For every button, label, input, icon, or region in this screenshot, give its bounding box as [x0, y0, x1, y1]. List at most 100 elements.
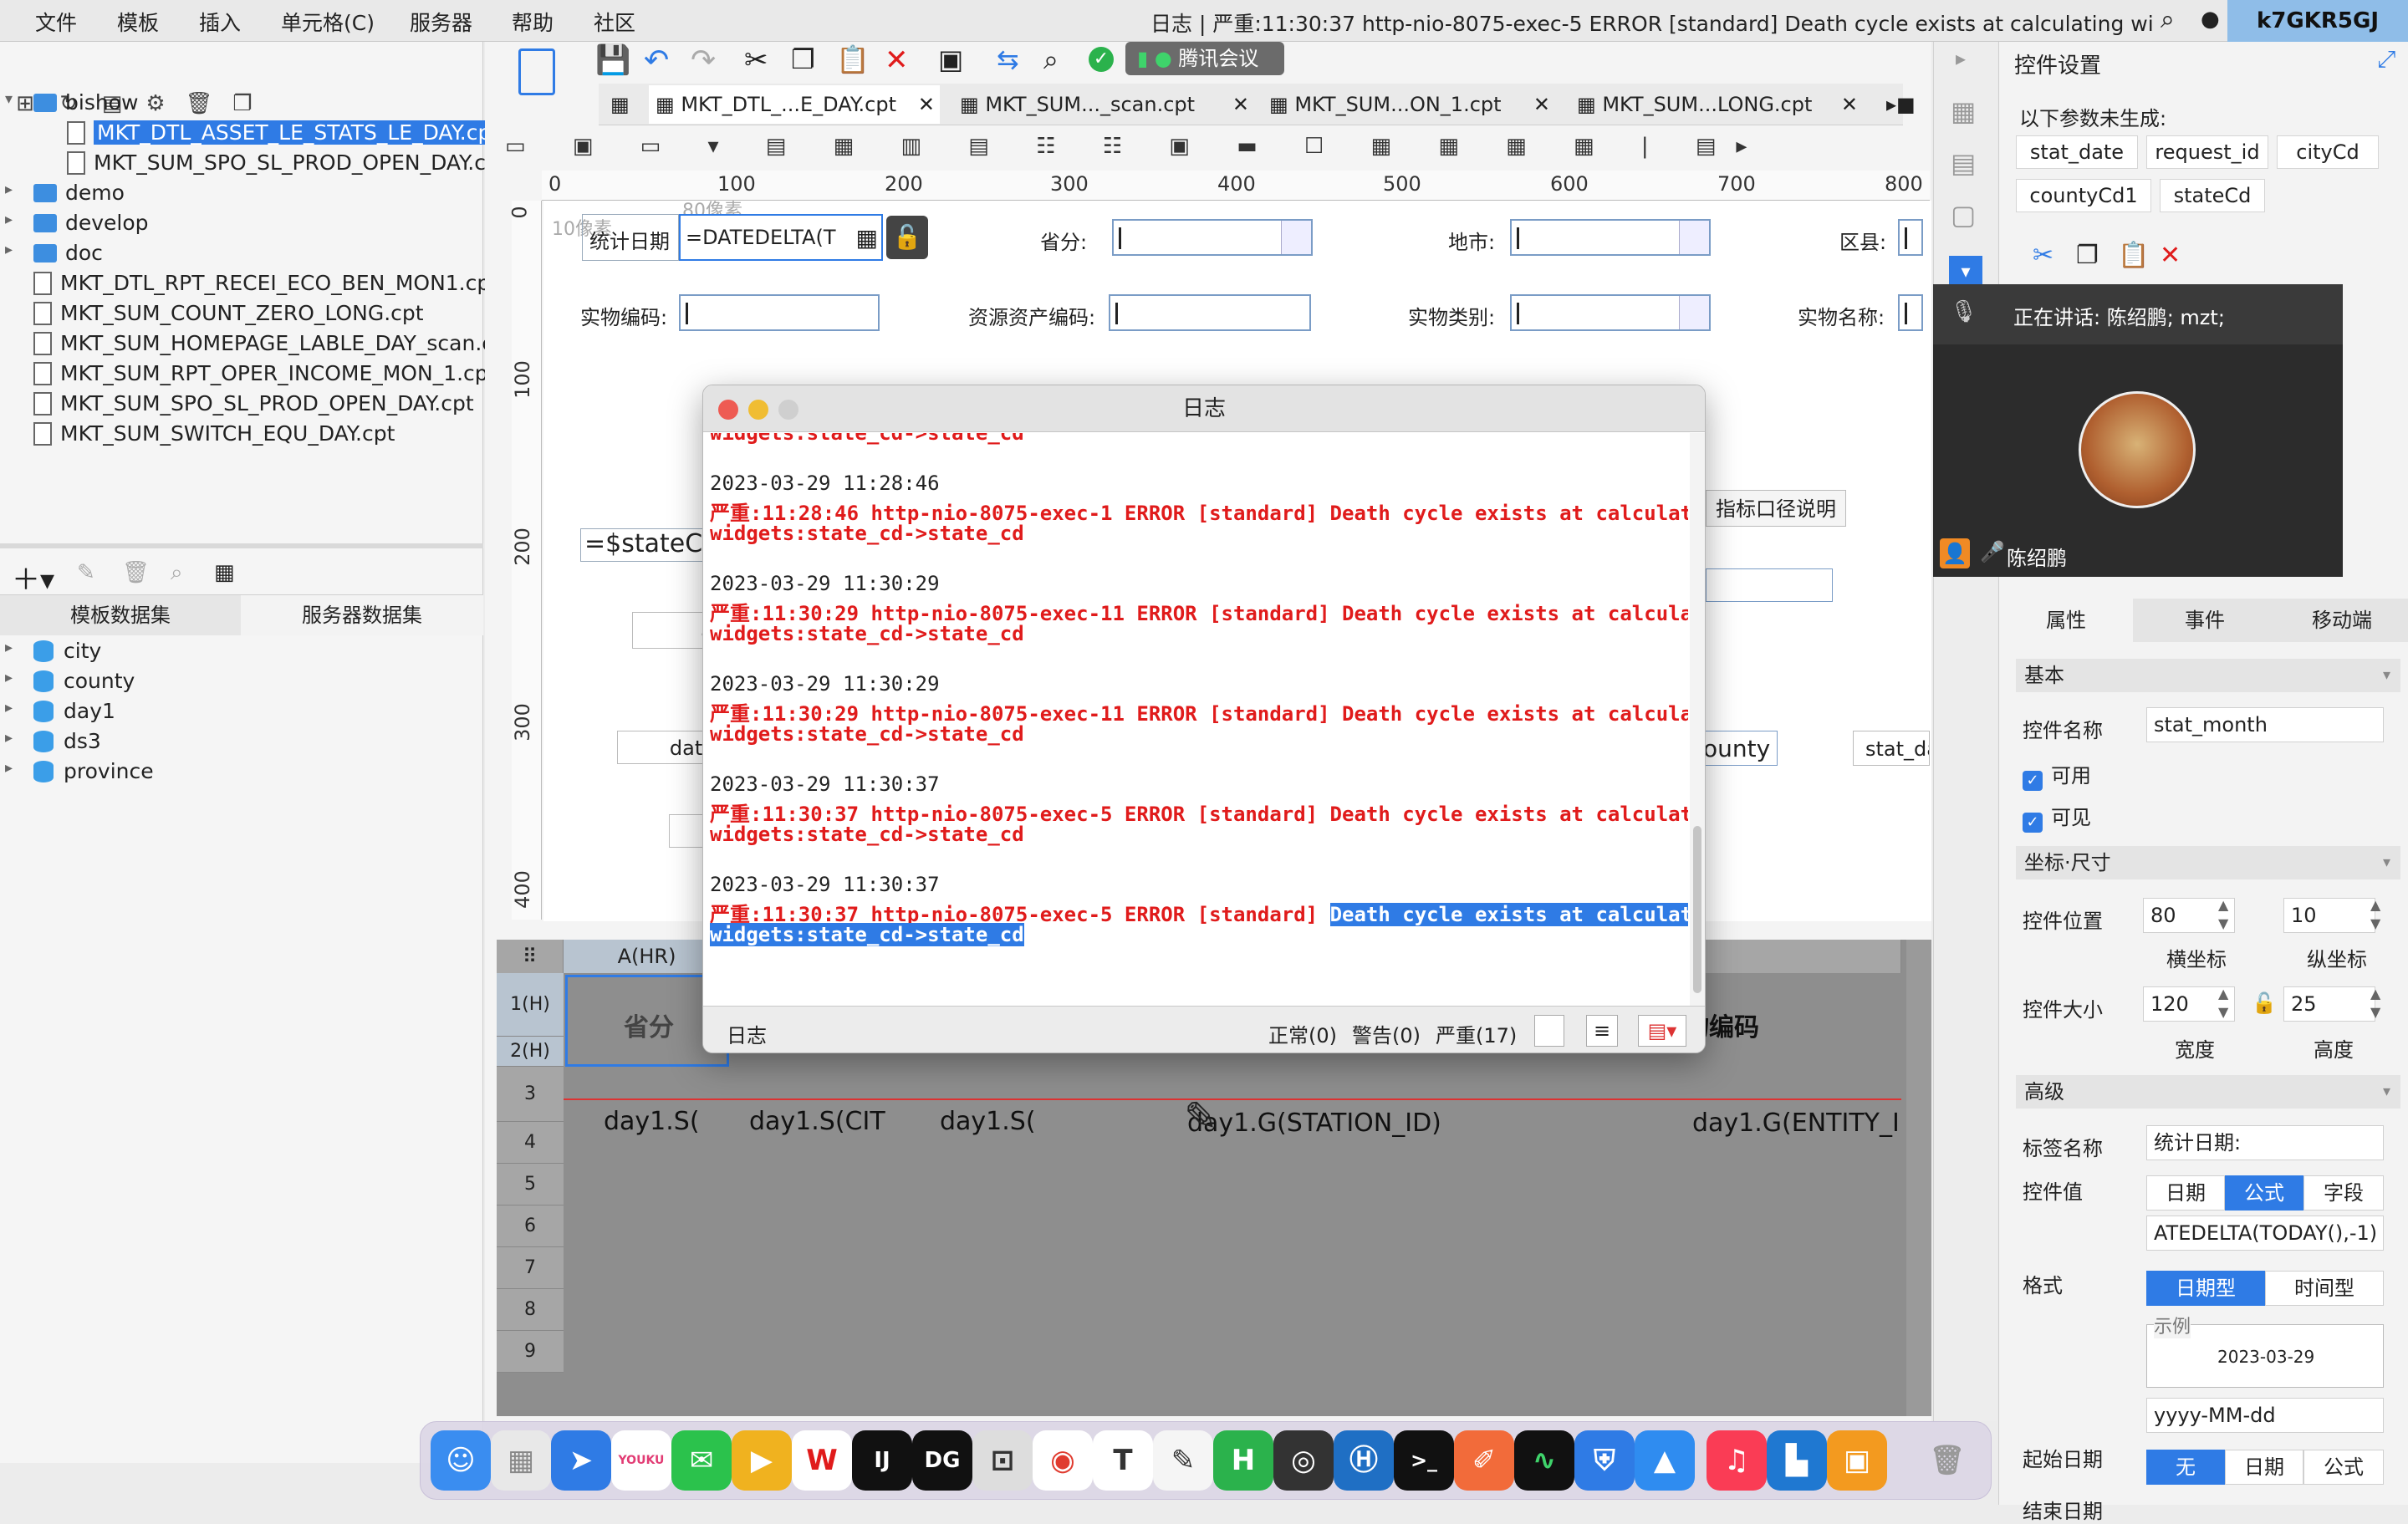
row-header[interactable]: 4	[497, 1122, 564, 1164]
sql-icon[interactable]: ▦	[214, 560, 235, 585]
expand-arrow-icon[interactable]: ▸	[5, 211, 13, 228]
tree-folder-demo[interactable]: ▸ demo	[0, 181, 125, 209]
cut-icon[interactable]: ✂	[2033, 241, 2053, 270]
save-icon[interactable]: 💾	[595, 43, 630, 77]
tree-file[interactable]: MKT_SUM_COUNT_ZERO_LONG.cpt	[33, 301, 424, 329]
metric-desc-button[interactable]: 指标口径说明	[1706, 490, 1846, 527]
expand-arrow-icon[interactable]: ▸	[5, 241, 13, 258]
value-formula-input[interactable]: ATEDELTA(TODAY(),-1)	[2146, 1216, 2384, 1251]
tab-template-dataset[interactable]: 模板数据集	[0, 595, 241, 635]
lock-icon[interactable]: 🔓	[886, 216, 928, 259]
cell-c3[interactable]: day1.S(	[940, 1107, 1036, 1136]
menu-insert[interactable]: 插入	[199, 7, 241, 37]
dataset-item[interactable]: ▸ city	[0, 639, 101, 667]
switch-icon[interactable]: ⇆	[997, 43, 1019, 75]
start-none-option[interactable]: 无	[2146, 1450, 2225, 1485]
entity-code-input[interactable]	[679, 294, 880, 331]
dataset-item[interactable]: ▸ day1	[0, 699, 115, 727]
tab-server-dataset[interactable]: 服务器数据集	[241, 595, 483, 635]
dropdown-icon[interactable]	[1679, 296, 1709, 329]
format-time-option[interactable]: 时间型	[2265, 1271, 2384, 1306]
county-text[interactable]: ounty	[1702, 731, 1778, 766]
tab-mkt-sum-on1[interactable]: ▦ MKT_SUM...ON_1.cpt ✕	[1263, 85, 1555, 124]
section-coord-size[interactable]: 坐标·尺寸 ▾	[2016, 846, 2400, 879]
cell-b3[interactable]: day1.S(CIT	[749, 1107, 885, 1136]
menu-template[interactable]: 模板	[117, 7, 159, 37]
tab-mkt-dtl[interactable]: ▦ MKT_DTL_...E_DAY.cpt ✕	[649, 85, 940, 124]
tree-file[interactable]: MKT_SUM_SPO_SL_PROD_OPEN_DAY.cp	[67, 150, 499, 179]
blank-input[interactable]	[1706, 568, 1833, 602]
youku-icon[interactable]: YOUKU	[611, 1430, 671, 1491]
format-pattern-input[interactable]: yyyy-MM-dd	[2146, 1398, 2384, 1433]
trash-icon[interactable]: 🗑	[1917, 1430, 1977, 1491]
warning-count[interactable]: 警告(0)	[1352, 1019, 1421, 1048]
tab-mkt-sum-long[interactable]: ▦ MKT_SUM...LONG.cpt ✕	[1570, 85, 1863, 124]
menu-server[interactable]: 服务器	[410, 7, 472, 37]
expand-arrow-icon[interactable]: ▾	[5, 90, 13, 108]
stat-da-text[interactable]: stat_da	[1853, 731, 1930, 766]
meeting-video-window[interactable]: 🎙 正在讲话: 陈绍鹏; mzt; 👤 🎤 陈绍鹏	[1933, 284, 2343, 577]
tab-events[interactable]: 事件	[2138, 599, 2272, 642]
stepper-icon[interactable]: ▲ ▼	[2218, 896, 2228, 933]
start-formula-option[interactable]: 公式	[2303, 1450, 2384, 1485]
pencil-icon[interactable]: ✐	[1454, 1430, 1514, 1491]
edit-icon[interactable]: ✎	[77, 560, 95, 585]
param-tag[interactable]: cityCd	[2277, 135, 2379, 169]
vpn-icon[interactable]: ⛨	[1574, 1430, 1635, 1491]
stepper-icon[interactable]: ▲ ▼	[2218, 985, 2228, 1022]
dingtalk-icon[interactable]: ▲	[1635, 1430, 1695, 1491]
format-date-option[interactable]: 日期型	[2146, 1271, 2265, 1306]
hbuilder-icon[interactable]: H	[1213, 1430, 1273, 1491]
textedit-icon[interactable]: ✎	[1153, 1430, 1213, 1491]
param-tag[interactable]: request_id	[2146, 135, 2268, 169]
row-header[interactable]: 5	[497, 1164, 564, 1205]
value-formula-option[interactable]: 公式	[2225, 1175, 2303, 1211]
collapse-icon[interactable]: ▸	[1956, 47, 1966, 70]
lock-ratio-icon[interactable]: 🔓	[2252, 991, 2277, 1015]
close-icon[interactable]: ✕	[1232, 85, 1249, 124]
dataset-item[interactable]: ▸ ds3	[0, 729, 101, 757]
district-combo[interactable]	[1898, 219, 1923, 256]
row-header[interactable]: 1(H)	[497, 973, 564, 1037]
music-icon[interactable]: ♫	[1707, 1430, 1767, 1491]
notification-icon[interactable]: ●	[2201, 7, 2220, 32]
finder-icon[interactable]: ☺	[431, 1430, 491, 1491]
tab-layout-icon[interactable]: ▦	[610, 85, 630, 124]
stat-date-label-box[interactable]: 统计日期	[582, 214, 679, 261]
preview-icon[interactable]: ⌕	[171, 560, 183, 586]
log-content[interactable]: widgets:state_cd->state_cd 2023-03-29 11…	[703, 433, 1688, 968]
tab-properties[interactable]: 属性	[1999, 599, 2133, 642]
statecd-formula-cell[interactable]: =$stateC	[580, 528, 714, 562]
param-tag[interactable]: countyCd1	[2016, 179, 2151, 212]
check-icon[interactable]: ✓	[1089, 47, 1114, 72]
tree-file-selected[interactable]: MKT_DTL_ASSET_LE_STATS_LE_DAY.cpt	[67, 120, 503, 149]
entity-type-combo[interactable]	[1510, 294, 1711, 331]
log-level-dropdown-icon[interactable]: ▤▾	[1638, 1015, 1686, 1047]
start-date-option[interactable]: 日期	[2225, 1450, 2303, 1485]
row-header[interactable]: 2(H)	[497, 1037, 564, 1067]
datagrip-icon[interactable]: DG	[912, 1430, 972, 1491]
param-tag[interactable]: stateCd	[2160, 179, 2265, 212]
enabled-checkbox[interactable]: ✓ 可用	[2023, 759, 2091, 791]
typora-icon[interactable]: T	[1093, 1430, 1153, 1491]
paste-icon[interactable]: 📋	[2118, 241, 2149, 270]
tree-folder-doc[interactable]: ▸ doc	[0, 241, 103, 269]
pos-y-stepper[interactable]: 10	[2283, 898, 2375, 933]
cell-e3[interactable]: day1.G(ENTITY_I	[1692, 1109, 1900, 1138]
cut-icon[interactable]: ✂	[744, 43, 768, 77]
chrome-icon[interactable]: ◉	[1033, 1430, 1093, 1491]
row-header[interactable]: 3	[497, 1067, 564, 1122]
lark-icon[interactable]: ➤	[551, 1430, 611, 1491]
clear-icon[interactable]: ✕	[885, 43, 909, 77]
dataset-item[interactable]: ▸ county	[0, 669, 135, 697]
user-badge[interactable]: k7GKR5GJ	[2227, 0, 2408, 42]
undo-icon[interactable]: ↶	[644, 43, 669, 78]
redo-icon[interactable]: ↷	[691, 43, 716, 78]
cell-a3[interactable]: day1.S(	[604, 1107, 700, 1136]
grid-corner[interactable]: ⠿	[497, 940, 564, 973]
panel-splitter[interactable]	[0, 543, 483, 548]
visible-checkbox[interactable]: ✓ 可见	[2023, 801, 2091, 833]
launchpad-icon[interactable]: ▦	[491, 1430, 551, 1491]
office-icon[interactable]: ▙	[1767, 1430, 1827, 1491]
meeting-badge[interactable]: ▮ ● 腾讯会议	[1125, 42, 1284, 75]
